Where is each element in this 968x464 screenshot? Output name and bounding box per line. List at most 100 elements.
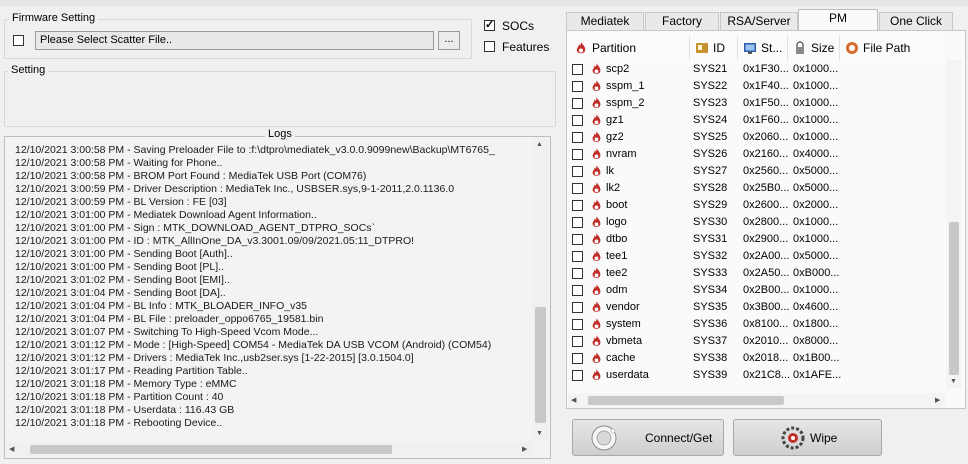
logs-vscroll-thumb[interactable] (535, 307, 546, 423)
table-row[interactable]: cache SYS38 0x2018... 0x1B00... (568, 350, 942, 367)
socs-checkbox[interactable] (484, 18, 495, 31)
tab-mediatek[interactable]: Mediatek (566, 12, 644, 30)
partition-id: SYS31 (693, 233, 728, 245)
row-checkbox[interactable] (572, 200, 583, 211)
logs-horizontal-scrollbar[interactable]: ◀ ▶ (6, 442, 533, 457)
flame-icon (590, 283, 603, 297)
column-header-start[interactable]: St... (738, 36, 788, 60)
row-checkbox[interactable] (572, 115, 583, 126)
table-row[interactable]: tee2 SYS33 0x2A50... 0xB000... (568, 265, 942, 282)
flame-icon (590, 164, 603, 178)
table-row[interactable]: logo SYS30 0x2800... 0x1000... (568, 214, 942, 231)
scatter-enable-checkbox[interactable] (13, 35, 24, 46)
tab-pm[interactable]: PM (798, 9, 878, 31)
partition-start: 0x2010... (743, 335, 789, 347)
flame-icon (590, 113, 603, 127)
table-horizontal-scrollbar[interactable]: ◀ ▶ (568, 393, 946, 408)
partition-start: 0x1F50... (743, 97, 789, 109)
browse-scatter-button[interactable]: ... (438, 31, 460, 50)
row-checkbox[interactable] (572, 132, 583, 143)
table-row[interactable]: system SYS36 0x8100... 0x1800... (568, 316, 942, 333)
partition-id: SYS23 (693, 97, 728, 109)
table-row[interactable]: lk2 SYS28 0x25B0... 0x5000... (568, 180, 942, 197)
table-row[interactable]: dtbo SYS31 0x2900... 0x1000... (568, 231, 942, 248)
log-line: 12/10/2021 3:01:18 PM - Userdata : 116.4… (15, 404, 235, 416)
row-checkbox[interactable] (572, 64, 583, 75)
row-checkbox[interactable] (572, 183, 583, 194)
table-row[interactable]: sspm_1 SYS22 0x1F40... 0x1000... (568, 78, 942, 95)
table-vertical-scrollbar[interactable]: ▼ (946, 60, 962, 388)
column-header-file-path[interactable]: File Path (840, 36, 942, 60)
row-checkbox[interactable] (572, 149, 583, 160)
table-scroll-down-icon[interactable]: ▼ (950, 378, 957, 385)
table-row[interactable]: odm SYS34 0x2B00... 0x1000... (568, 282, 942, 299)
monitor-icon (744, 43, 756, 54)
tab-factory[interactable]: Factory (645, 12, 719, 30)
scroll-up-icon[interactable]: ▲ (536, 141, 543, 148)
column-header-size[interactable]: Size (788, 36, 840, 60)
table-row[interactable]: gz1 SYS24 0x1F60... 0x1000... (568, 112, 942, 129)
flame-icon (590, 215, 603, 229)
partition-start: 0x25B0... (743, 182, 790, 194)
scroll-down-icon[interactable]: ▼ (536, 430, 543, 437)
partition-name: boot (606, 199, 628, 211)
log-line: 12/10/2021 3:01:04 PM - BL File : preloa… (15, 313, 324, 325)
partition-id: SYS25 (693, 131, 728, 143)
wipe-button[interactable]: Wipe (733, 419, 882, 456)
row-checkbox[interactable] (572, 217, 583, 228)
table-hscroll-thumb[interactable] (588, 396, 784, 405)
row-checkbox[interactable] (572, 268, 583, 279)
column-header-id[interactable]: ID (690, 36, 738, 60)
row-checkbox[interactable] (572, 234, 583, 245)
partition-start: 0x2B00... (743, 284, 790, 296)
scatter-file-input[interactable]: Please Select Scatter File.. (35, 31, 434, 50)
logs-vertical-scrollbar[interactable]: ▲ ▼ (533, 139, 548, 441)
logs-hscroll-thumb[interactable] (30, 445, 392, 454)
flame-icon (590, 232, 603, 246)
table-row[interactable]: vbmeta SYS37 0x2010... 0x8000... (568, 333, 942, 350)
partition-id: SYS30 (693, 216, 728, 228)
column-header-partition[interactable]: Partition (568, 36, 690, 60)
log-line: 12/10/2021 3:01:00 PM - Sending Boot [Au… (15, 248, 233, 260)
table-row[interactable]: sspm_2 SYS23 0x1F50... 0x1000... (568, 95, 942, 112)
row-checkbox[interactable] (572, 81, 583, 92)
row-checkbox[interactable] (572, 336, 583, 347)
row-checkbox[interactable] (572, 166, 583, 177)
partition-name: sspm_1 (606, 80, 645, 92)
log-line: 12/10/2021 3:01:12 PM - Mode : [High-Spe… (15, 339, 492, 351)
scroll-left-icon[interactable]: ◀ (9, 445, 14, 453)
table-row[interactable]: nvram SYS26 0x2160... 0x4000... (568, 146, 942, 163)
partition-size: 0x1000... (793, 80, 839, 92)
table-vscroll-thumb[interactable] (949, 222, 959, 375)
row-checkbox[interactable] (572, 370, 583, 381)
table-row[interactable]: gz2 SYS25 0x2060... 0x1000... (568, 129, 942, 146)
table-row[interactable]: boot SYS29 0x2600... 0x2000... (568, 197, 942, 214)
tab-one-click[interactable]: One Click (879, 12, 953, 30)
connect-get-label: Connect/Get (645, 431, 713, 445)
row-checkbox[interactable] (572, 98, 583, 109)
row-checkbox[interactable] (572, 319, 583, 330)
partition-name: sspm_2 (606, 97, 645, 109)
table-row[interactable]: lk SYS27 0x2560... 0x5000... (568, 163, 942, 180)
table-row[interactable]: vendor SYS35 0x3B00... 0x4600... (568, 299, 942, 316)
connect-get-button[interactable]: Connect/Get (572, 419, 724, 456)
tab-rsa-server[interactable]: RSA/Server (720, 12, 798, 30)
setting-group (4, 71, 556, 127)
partition-size: 0x1000... (793, 114, 839, 126)
row-checkbox[interactable] (572, 285, 583, 296)
row-checkbox[interactable] (572, 251, 583, 262)
log-line: 12/10/2021 3:00:58 PM - Saving Preloader… (15, 144, 495, 156)
features-checkbox[interactable] (484, 41, 495, 52)
row-checkbox[interactable] (572, 353, 583, 364)
log-line: 12/10/2021 3:01:12 PM - Drivers : MediaT… (15, 352, 414, 364)
table-row[interactable]: tee1 SYS32 0x2A00... 0x5000... (568, 248, 942, 265)
log-line: 12/10/2021 3:01:00 PM - Sign : MTK_DOWNL… (15, 222, 376, 234)
table-scroll-left-icon[interactable]: ◀ (571, 396, 576, 404)
row-checkbox[interactable] (572, 302, 583, 313)
table-scroll-right-icon[interactable]: ▶ (935, 396, 940, 404)
table-row[interactable]: scp2 SYS21 0x1F30... 0x1000... (568, 61, 942, 78)
partition-start: 0x2060... (743, 131, 789, 143)
log-line: 12/10/2021 3:01:04 PM - Sending Boot [DA… (15, 287, 226, 299)
scroll-right-icon[interactable]: ▶ (522, 445, 527, 453)
table-row[interactable]: userdata SYS39 0x21C8... 0x1AFE... (568, 367, 942, 384)
